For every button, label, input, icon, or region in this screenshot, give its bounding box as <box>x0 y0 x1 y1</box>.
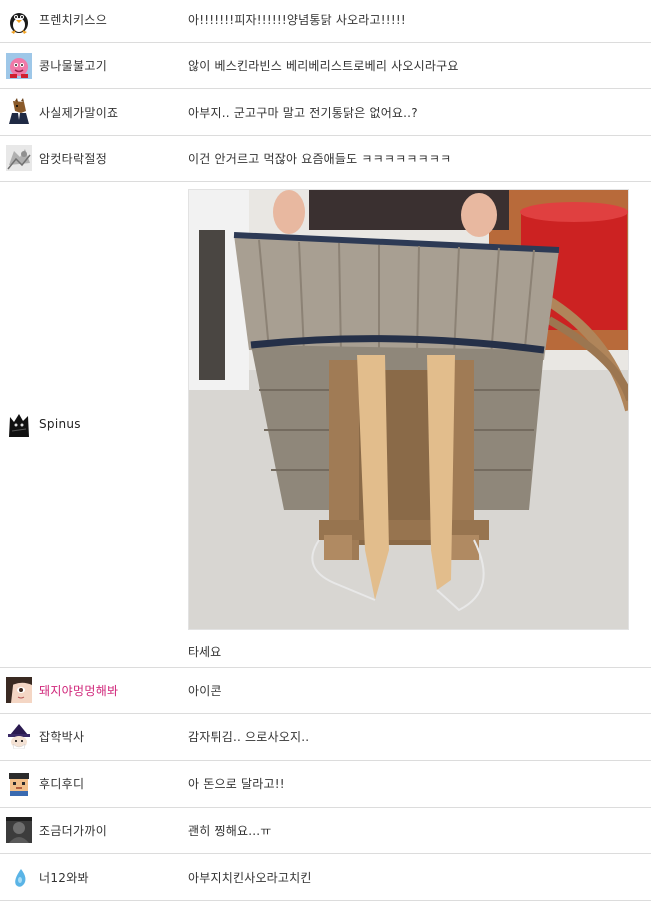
comment-text: 아부지.. 군고구마 말고 전기통닭은 없어요..? <box>188 106 418 120</box>
comment-text: 타세요 <box>188 645 222 659</box>
pink-character-icon[interactable] <box>6 53 32 79</box>
comment-row: 후디후디 아 돈으로 달라고!! <box>0 761 651 808</box>
comment-text: 아부지치킨사오라고치킨 <box>188 871 312 885</box>
nickname[interactable]: 돼지야멍멍해봐 <box>39 682 118 699</box>
comment-list: 프렌치키스으 아!!!!!!!피자!!!!!!양념통닭 사오라고!!!!! 콩나… <box>0 0 651 901</box>
comment-text: 아이콘 <box>188 684 222 698</box>
nickname[interactable]: 프렌치키스으 <box>39 11 107 28</box>
comment-text: 아!!!!!!!피자!!!!!!양념통닭 사오라고!!!!! <box>188 13 406 27</box>
nickname[interactable]: 암컷타락절정 <box>39 150 107 167</box>
comment-row: 사실제가말이죠 아부지.. 군고구마 말고 전기통닭은 없어요..? <box>0 89 651 136</box>
comment-row: 너12와봐 아부지치킨사오라고치킨 <box>0 854 651 901</box>
comment-row: 콩나물불고기 않이 베스킨라빈스 베리베리스트로베리 사오시라구요 <box>0 43 651 89</box>
comment-text: 않이 베스킨라빈스 베리베리스트로베리 사오시라구요 <box>188 59 459 73</box>
comment-row: 조금더가까이 괜히 찡해요...ㅠ <box>0 808 651 854</box>
nickname[interactable]: Spinus <box>39 417 81 431</box>
comment-text: 이건 안거르고 먹잖아 요즘애들도 ㅋㅋㅋㅋㅋㅋㅋㅋ <box>188 152 452 166</box>
wizard-hat-icon[interactable] <box>6 723 32 749</box>
comment-text: 감자튀김.. 으로사오지.. <box>188 730 310 744</box>
horse-suit-icon[interactable] <box>6 98 32 124</box>
pixel-face-icon[interactable] <box>6 770 32 796</box>
comment-row: 암컷타락절정 이건 안거르고 먹잖아 요즘애들도 ㅋㅋㅋㅋㅋㅋㅋㅋ <box>0 136 651 182</box>
nickname[interactable]: 콩나물불고기 <box>39 57 107 74</box>
nickname[interactable]: 잡학박사 <box>39 728 84 745</box>
comment-row: 잡학박사 감자튀김.. 으로사오지.. <box>0 714 651 761</box>
post-image[interactable] <box>188 189 629 630</box>
anime-face-icon[interactable] <box>6 677 32 703</box>
comment-row: 돼지야멍멍해봐 아이콘 <box>0 668 651 714</box>
gray-sketch-icon[interactable] <box>6 145 32 171</box>
blue-water-drop-icon[interactable] <box>6 864 32 890</box>
black-cat-icon[interactable] <box>6 411 32 437</box>
comment-text: 아 돈으로 달라고!! <box>188 777 285 791</box>
comment-row: 프렌치키스으 아!!!!!!!피자!!!!!!양념통닭 사오라고!!!!! <box>0 0 651 43</box>
comment-text: 괜히 찡해요...ㅠ <box>188 824 272 838</box>
nickname[interactable]: 조금더가까이 <box>39 822 107 839</box>
nickname[interactable]: 사실제가말이죠 <box>39 104 118 121</box>
nickname[interactable]: 후디후디 <box>39 775 84 792</box>
nickname[interactable]: 너12와봐 <box>39 869 89 886</box>
penguin-icon[interactable] <box>6 8 32 34</box>
dark-photo-icon[interactable] <box>6 817 32 843</box>
comment-row: Spinus 타세요 <box>0 182 651 668</box>
